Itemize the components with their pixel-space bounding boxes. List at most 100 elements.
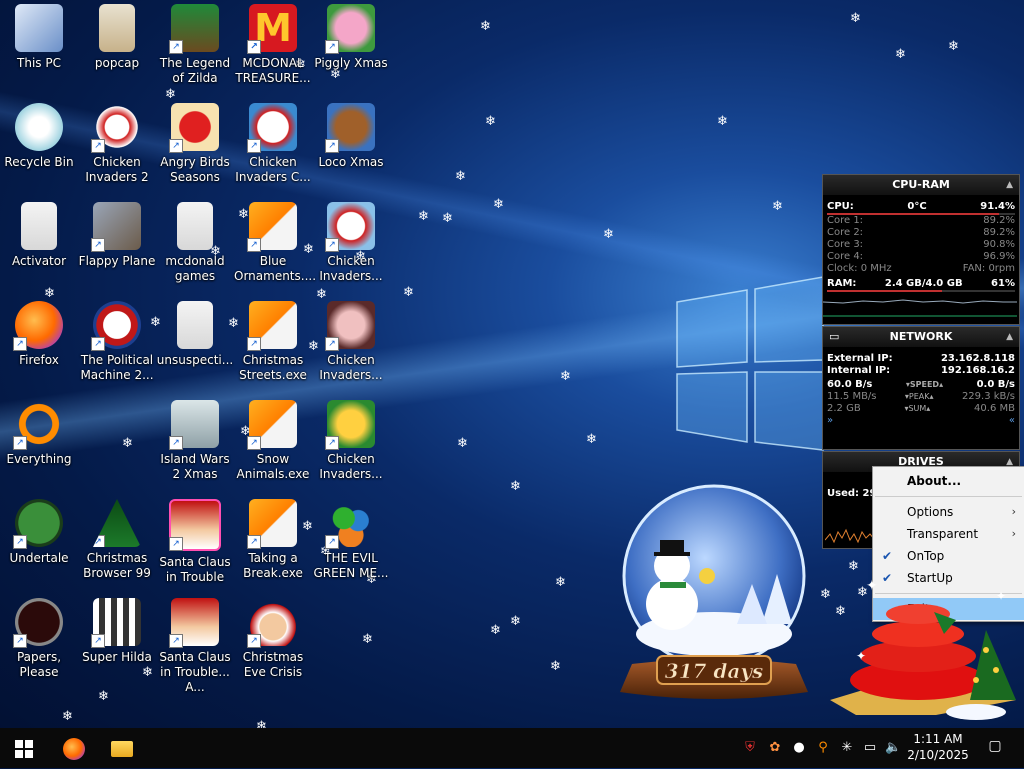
desktop-icon-santa-claus-trouble-again[interactable]: ↗ Santa Claus in Trouble... A... [156, 598, 234, 695]
droplet-tray-icon[interactable]: ● [791, 740, 807, 756]
desktop-icon-santa-claus-trouble[interactable]: ↗ Santa Claus in Trouble [156, 499, 234, 585]
app-tray-icon[interactable]: ✿ [767, 740, 783, 756]
icon-label: Snow Animals.exe [236, 452, 310, 481]
gadget-header[interactable]: ▭ NETWORK ▲ [823, 327, 1019, 347]
magnifier-icon: ↗ [13, 400, 63, 450]
shortcut-arrow-icon: ↗ [91, 337, 105, 351]
snowflake-icon: ❄ [772, 199, 783, 214]
desktop-icon-papers-please[interactable]: ↗ Papers, Please [0, 598, 78, 680]
expand-down-icon[interactable]: » [827, 415, 833, 427]
expand-up-icon[interactable]: « [1009, 415, 1015, 427]
core-label: Core 3: [827, 239, 864, 250]
core-value: 89.2% [983, 215, 1015, 226]
desktop-icon-chicken-invaders-2[interactable]: ↗ Chicken Invaders 2 [78, 103, 156, 185]
desktop-icon-chicken-invaders-3[interactable]: ↗ Chicken Invaders... [312, 202, 390, 284]
collapse-icon[interactable]: ▲ [1006, 175, 1013, 195]
cpu-ram-gadget[interactable]: CPU-RAM ▲ CPU: 0°C 91.4% Core 1: 89.2% Cor… [822, 174, 1020, 325]
shortcut-arrow-icon: ↗ [325, 436, 339, 450]
svg-text:✦: ✦ [856, 649, 866, 663]
icon-label: Santa Claus in Trouble [159, 555, 231, 584]
snow-globe-gadget[interactable]: 317 days [612, 484, 822, 704]
menu-item-transparent[interactable]: Transparent › [873, 523, 1024, 545]
snowflake-icon: ❄ [316, 287, 327, 302]
desktop-icon-christmas-eve-crisis[interactable]: ↗ Christmas Eve Crisis [234, 598, 312, 680]
core-value: 96.9% [983, 251, 1015, 262]
folder-icon [177, 202, 213, 250]
snowflake-icon: ❄ [560, 369, 571, 384]
cpu-label: CPU: [827, 201, 854, 212]
taskbar-firefox[interactable] [50, 728, 98, 768]
shortcut-arrow-icon: ↗ [325, 238, 339, 252]
volume-icon[interactable]: 🔈 [885, 740, 901, 756]
desktop-icon-christmas-streets[interactable]: ↗ Christmas Streets.exe [234, 301, 312, 383]
network-icon[interactable]: ▭ [862, 740, 878, 756]
desktop-icon-everything[interactable]: ↗ Everything [0, 400, 78, 467]
network-gadget[interactable]: ▭ NETWORK ▲ External IP: 23.162.8.118 In… [822, 326, 1020, 450]
icon-label: Chicken Invaders... [319, 254, 383, 283]
collapse-icon[interactable]: ▲ [1006, 327, 1013, 347]
icon-label: Piggly Xmas [314, 56, 388, 70]
desktop-icon-christmas-browser[interactable]: ↗ Christmas Browser 99 [78, 499, 156, 581]
desktop-icon-firefox[interactable]: ↗ Firefox [0, 301, 78, 368]
bear-icon: ↗ [325, 103, 375, 153]
desktop-icon-mcdonald-games[interactable]: mcdonald games [156, 202, 234, 284]
internal-ip-label: Internal IP: [827, 365, 891, 376]
desktop-icon-piggly-xmas[interactable]: ↗ Piggly Xmas [312, 4, 390, 71]
desktop-icon-taking-a-break[interactable]: ↗ Taking a Break.exe [234, 499, 312, 581]
core-label: Core 4: [827, 251, 864, 262]
shortcut-arrow-icon: ↗ [169, 537, 183, 551]
search-tray-icon[interactable]: ⚲ [815, 740, 831, 756]
security-tray-icon[interactable]: ⛨ [742, 740, 758, 756]
desktop-icon-political-machine[interactable]: ↗ The Political Machine 2... [78, 301, 156, 383]
snowflake-tray-icon[interactable]: ✳ [839, 740, 855, 756]
cpu-percent: 91.4% [980, 201, 1015, 212]
desktop-icon-super-hilda[interactable]: ↗ Super Hilda [78, 598, 156, 665]
ram-row: RAM: 2.4 GB/4.0 GB 61% [823, 278, 1019, 290]
core-row: Core 3: 90.8% [823, 239, 1019, 251]
icon-label: Chicken Invaders C... [235, 155, 311, 184]
icon-label: This PC [17, 56, 61, 70]
drive-graph [825, 528, 875, 544]
desktop-icon-this-pc[interactable]: This PC [0, 4, 78, 71]
peak-label: PEAK [908, 392, 930, 401]
external-ip-label: External IP: [827, 353, 893, 364]
shortcut-arrow-icon: ↗ [325, 139, 339, 153]
desktop-icon-angry-birds-seasons[interactable]: ↗ Angry Birds Seasons [156, 103, 234, 185]
snowflake-icon: ❄ [403, 285, 414, 300]
desktop-icon-chicken-invaders-c[interactable]: ↗ Chicken Invaders C... [234, 103, 312, 185]
notifications-icon[interactable]: ▢ [984, 738, 1006, 758]
gadget-header[interactable]: CPU-RAM ▲ [823, 175, 1019, 195]
desktop-icon-unsuspecting[interactable]: unsuspecti... [156, 301, 234, 368]
windows-logo-wallpaper [676, 276, 824, 451]
menu-item-about[interactable]: About... [873, 470, 1024, 492]
desktop-icon-loco-xmas[interactable]: ↗ Loco Xmas [312, 103, 390, 170]
start-button[interactable] [0, 728, 48, 768]
shortcut-arrow-icon: ↗ [169, 40, 183, 54]
desktop-icon-recycle-bin[interactable]: Recycle Bin [0, 103, 78, 170]
snowflake-icon: ❄ [480, 19, 491, 34]
desktop-icon-snow-animals[interactable]: ↗ Snow Animals.exe [234, 400, 312, 482]
desktop-icon-legend-of-zilda[interactable]: ↗ The Legend of Zilda [156, 4, 234, 86]
desktop-icon-mcdonal-treasure[interactable]: M ↗ MCDONAL TREASURE... [234, 4, 312, 86]
folder-icon [99, 4, 135, 52]
menu-item-options[interactable]: Options › [873, 501, 1024, 523]
peak-up: 229.3 kB/s [961, 391, 1015, 402]
desktop-icon-evil-green-messenger[interactable]: ↗ THE EVIL GREEN ME... [312, 499, 390, 581]
snowflake-icon: ❄ [62, 709, 73, 724]
desktop-icon-activator[interactable]: Activator [0, 202, 78, 269]
external-ip-value: 23.162.8.118 [940, 353, 1015, 364]
snowflake-icon: ❄ [98, 689, 109, 704]
desktop-icon-island-wars-2[interactable]: ↗ Island Wars 2 Xmas [156, 400, 234, 482]
desktop-icon-popcap[interactable]: popcap [78, 4, 156, 71]
desktop-icon-chicken-invaders-5[interactable]: ↗ Chicken Invaders... [312, 400, 390, 482]
taskbar-clock[interactable]: 1:11 AM 2/10/2025 [906, 731, 970, 763]
taskbar-file-explorer[interactable] [98, 728, 146, 768]
peak-row: 11.5 MB/s ▾PEAK▴ 229.3 kB/s [827, 391, 1015, 402]
snowflake-icon: ❄ [165, 87, 176, 102]
submenu-arrow-icon: › [1011, 527, 1016, 540]
desktop-icon-flappy-plane[interactable]: ↗ Flappy Plane [78, 202, 156, 269]
desktop-icon-chicken-invaders-4[interactable]: ↗ Chicken Invaders... [312, 301, 390, 383]
desktop-icon-undertale[interactable]: ↗ Undertale [0, 499, 78, 566]
desktop-icon-blue-ornaments[interactable]: ↗ Blue Ornaments.... [234, 202, 316, 284]
icon-label: Undertale [9, 551, 69, 565]
